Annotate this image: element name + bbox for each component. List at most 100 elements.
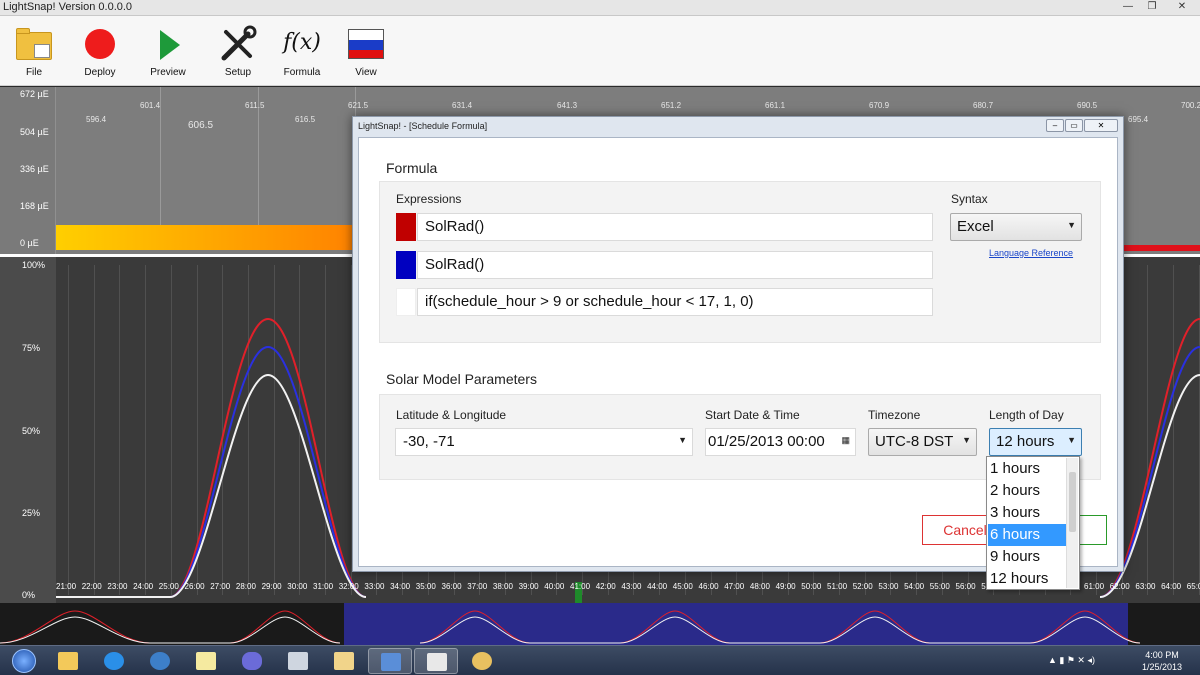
- taskbar-lightsnap[interactable]: [414, 648, 458, 674]
- time-label: 46:00: [698, 582, 719, 591]
- length-of-day-label: Length of Day: [989, 408, 1064, 422]
- language-reference-link[interactable]: Language Reference: [989, 248, 1073, 258]
- time-label: 43:00: [621, 582, 642, 591]
- time-label: 21:00: [56, 582, 77, 591]
- meter-tick: 621.5: [348, 101, 369, 110]
- time-label: 64:00: [1161, 582, 1182, 591]
- taskbar-app3[interactable]: [138, 648, 182, 674]
- time-label: 22:00: [81, 582, 102, 591]
- file-button[interactable]: File: [2, 20, 66, 84]
- function-icon: f(x): [283, 30, 321, 55]
- meter-tick: 606.5: [188, 120, 214, 131]
- dropdown-scrollbar[interactable]: [1066, 458, 1078, 588]
- syntax-label: Syntax: [951, 192, 988, 206]
- overview-curve: [419, 610, 1141, 644]
- deploy-button[interactable]: Deploy: [68, 20, 132, 84]
- meter-tick: 651.2: [661, 101, 682, 110]
- expression-field[interactable]: SolRad(): [417, 251, 933, 279]
- dialog-maximize-button[interactable]: ▭: [1065, 119, 1083, 132]
- deploy-label: Deploy: [84, 67, 116, 78]
- restore-button[interactable]: ❐: [1140, 0, 1164, 14]
- expression-color-swatch[interactable]: [396, 213, 416, 241]
- time-label: 40:00: [544, 582, 565, 591]
- length-option[interactable]: 12 hours: [988, 568, 1067, 590]
- taskbar-app7[interactable]: [322, 648, 366, 674]
- taskbar-ie[interactable]: [92, 648, 136, 674]
- start-date-value: 01/25/2013 00:00: [708, 433, 825, 450]
- dialog-minimize-button[interactable]: –: [1046, 119, 1064, 132]
- solar-section-title: Solar Model Parameters: [386, 371, 537, 387]
- time-label: 47:00: [724, 582, 745, 591]
- calendar-icon[interactable]: ▦: [841, 435, 850, 446]
- formula-button[interactable]: f(x) Formula: [270, 20, 334, 84]
- overview-curve: [0, 610, 341, 644]
- taskbar-explorer[interactable]: [46, 648, 90, 674]
- length-of-day-select[interactable]: 12 hours ▼: [989, 428, 1082, 456]
- time-label: 52:00: [852, 582, 873, 591]
- taskbar-app6[interactable]: [276, 648, 320, 674]
- taskbar-app8[interactable]: [368, 648, 412, 674]
- meter-tick: 631.4: [452, 101, 473, 110]
- red-curve: [56, 317, 367, 598]
- length-option[interactable]: 9 hours: [988, 546, 1067, 568]
- expression-color-swatch[interactable]: [396, 251, 416, 279]
- system-clock[interactable]: 4:00 PM 1/25/2013: [1142, 649, 1182, 673]
- expression-field[interactable]: if(schedule_hour > 9 or schedule_hour < …: [417, 288, 933, 316]
- length-option[interactable]: 1 hours: [988, 458, 1067, 480]
- meter-level: 336 µE: [20, 164, 49, 174]
- start-date-field[interactable]: 01/25/2013 00:00 ▦: [705, 428, 856, 456]
- latlong-field[interactable]: -30, -71 ▼: [395, 428, 693, 456]
- time-label: 34:00: [390, 582, 411, 591]
- chevron-down-icon: ▼: [1067, 435, 1076, 445]
- time-label: 62:00: [1109, 582, 1130, 591]
- play-icon: [148, 24, 188, 64]
- scrollbar-thumb[interactable]: [1069, 472, 1076, 532]
- length-option[interactable]: 3 hours: [988, 502, 1067, 524]
- meter-tick: 641.3: [557, 101, 578, 110]
- flag-icon: [346, 24, 386, 64]
- time-label: 39:00: [518, 582, 539, 591]
- meter-tick: 700.2: [1181, 101, 1200, 110]
- lightsnap-icon: [427, 653, 447, 671]
- timezone-value: UTC-8 DST: [875, 433, 954, 450]
- time-label: 35:00: [415, 582, 436, 591]
- meter-tick: 690.5: [1077, 101, 1098, 110]
- palette-icon: [472, 652, 492, 670]
- meter-tick: 616.5: [295, 115, 316, 124]
- time-label: 65:00: [1186, 582, 1200, 591]
- blue-curve: [56, 345, 367, 598]
- expression-color-swatch[interactable]: [396, 288, 416, 316]
- tray-icons[interactable]: ▲ ▮ ⚑ ✕ ◂): [1048, 655, 1095, 666]
- view-label: View: [355, 67, 377, 78]
- meter-level: 0 µE: [20, 238, 39, 248]
- time-label: 33:00: [364, 582, 385, 591]
- chevron-down-icon: ▼: [1067, 220, 1076, 230]
- dialog-close-button[interactable]: ✕: [1084, 119, 1118, 132]
- start-date-label: Start Date & Time: [705, 408, 800, 422]
- length-option[interactable]: 2 hours: [988, 480, 1067, 502]
- setup-label: Setup: [224, 67, 252, 78]
- meter-tick: 695.4: [1128, 115, 1149, 124]
- meter-tick: 670.9: [869, 101, 890, 110]
- taskbar-app5[interactable]: [230, 648, 274, 674]
- taskbar-paint[interactable]: [460, 648, 504, 674]
- preview-button[interactable]: Preview: [136, 20, 200, 84]
- infinity-icon: [242, 652, 262, 670]
- timezone-select[interactable]: UTC-8 DST ▼: [868, 428, 977, 456]
- close-button[interactable]: ✕: [1164, 0, 1200, 14]
- view-button[interactable]: View: [334, 20, 398, 84]
- overview-strip[interactable]: [0, 603, 1200, 645]
- setup-button[interactable]: Setup: [206, 20, 270, 84]
- start-button[interactable]: [4, 648, 48, 674]
- minimize-button[interactable]: —: [1116, 0, 1140, 14]
- time-label: 32:00: [338, 582, 359, 591]
- length-option-selected[interactable]: 6 hours: [988, 524, 1067, 546]
- syntax-select[interactable]: Excel ▼: [950, 213, 1082, 241]
- taskbar-app4[interactable]: [184, 648, 228, 674]
- formula-label: Formula: [283, 67, 321, 78]
- overview-curves: [0, 610, 1141, 644]
- time-label: 63:00: [1135, 582, 1156, 591]
- folder-icon: [58, 652, 78, 670]
- chevron-down-icon: ▼: [678, 435, 687, 445]
- expression-field[interactable]: SolRad(): [417, 213, 933, 241]
